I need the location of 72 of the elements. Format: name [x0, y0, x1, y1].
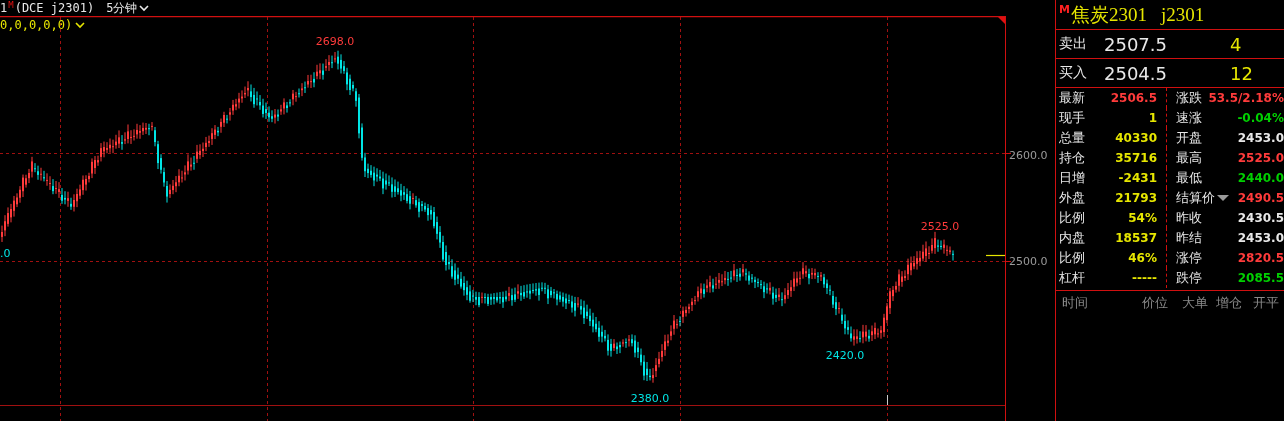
- axis-label: 2600.0: [1009, 149, 1048, 162]
- row-label: 卖出: [1058, 35, 1088, 53]
- market-mark: M: [8, 0, 14, 10]
- stat-label: 总量: [1059, 129, 1085, 147]
- price-label: 2380.0: [630, 392, 670, 405]
- stat-label: 杠杆: [1059, 269, 1085, 287]
- stat-label: 现手: [1059, 109, 1085, 127]
- row-label: 买入: [1058, 64, 1088, 82]
- stat-value: 2085.5: [1237, 271, 1284, 285]
- stat-value: 2430.5: [1237, 211, 1284, 225]
- stat-label: 跌停: [1176, 269, 1202, 287]
- contract-name: 焦炭2301: [1070, 2, 1147, 27]
- stat-label: 比例: [1059, 209, 1085, 227]
- volume-value: 4: [1229, 33, 1243, 55]
- stat-value: 2453.0: [1237, 231, 1284, 245]
- axis-label: 2500.0: [1009, 255, 1048, 268]
- stat-value: 2453.0: [1237, 131, 1284, 145]
- column-header: 大单: [1182, 294, 1209, 312]
- column-header: 开平: [1253, 294, 1279, 312]
- stat-label: 涨停: [1176, 249, 1202, 267]
- caret-icon: [75, 21, 86, 29]
- stat-value: -0.04%: [1237, 111, 1284, 125]
- price-value: 2504.5: [1104, 62, 1168, 84]
- caret-icon: [139, 4, 150, 12]
- stat-label: 内盘: [1059, 229, 1085, 247]
- stat-value: 40330: [1115, 131, 1157, 145]
- stat-value: 18537: [1115, 231, 1157, 245]
- period-label: 1: [0, 1, 8, 15]
- corner-marker: [998, 17, 1005, 24]
- stat-label: 持仓: [1059, 149, 1085, 167]
- stat-label: 昨结: [1176, 229, 1202, 247]
- stat-label: 最高: [1176, 149, 1202, 167]
- stat-value: 1: [1148, 111, 1157, 125]
- stat-label: 速涨: [1176, 109, 1202, 127]
- price-label: .0: [0, 247, 11, 260]
- market-mark: M: [1059, 3, 1070, 16]
- contract-code: j2301: [1160, 3, 1205, 26]
- contract-label: (DCE j2301): [14, 1, 95, 15]
- stat-label: 涨跌: [1176, 89, 1202, 107]
- stat-label: 比例: [1059, 249, 1085, 267]
- dropdown-icon[interactable]: [1217, 195, 1229, 201]
- stat-value: 2820.5: [1237, 251, 1284, 265]
- price-value: 2507.5: [1104, 33, 1168, 55]
- stat-value: 54%: [1128, 211, 1157, 225]
- stat-value: 53.5/2.18%: [1208, 91, 1284, 105]
- stat-value: 2525.0: [1237, 151, 1284, 165]
- price-label: 2698.0: [315, 35, 355, 48]
- price-marker: [985, 254, 1006, 257]
- stat-value: 21793: [1115, 191, 1157, 205]
- stat-label: 昨收: [1176, 209, 1202, 227]
- column-header: 价位: [1142, 294, 1169, 312]
- column-header: 增仓: [1216, 294, 1243, 312]
- volume-value: 12: [1229, 62, 1254, 84]
- stat-value: -2431: [1118, 171, 1157, 185]
- stat-value: 2440.0: [1237, 171, 1284, 185]
- stat-value: 2490.5: [1237, 191, 1284, 205]
- stat-label: 最低: [1176, 169, 1202, 187]
- stat-value: 35716: [1115, 151, 1157, 165]
- price-label: 2420.0: [825, 349, 865, 362]
- indicator-dropdown[interactable]: 0,0,0,0,0): [0, 18, 86, 32]
- stat-label: 最新: [1059, 89, 1085, 107]
- stat-label: 外盘: [1059, 189, 1085, 207]
- price-label: 2525.0: [920, 220, 960, 233]
- volume-tick: [887, 394, 888, 406]
- stat-label: 开盘: [1176, 129, 1202, 147]
- stat-value: 2506.5: [1110, 91, 1157, 105]
- interval-dropdown[interactable]: 5分钟: [106, 0, 150, 17]
- stat-value: -----: [1132, 271, 1157, 285]
- stat-label: 结算价: [1176, 189, 1215, 207]
- stat-label: 日增: [1059, 169, 1085, 187]
- column-header: 时间: [1061, 294, 1089, 312]
- stat-value: 46%: [1128, 251, 1157, 265]
